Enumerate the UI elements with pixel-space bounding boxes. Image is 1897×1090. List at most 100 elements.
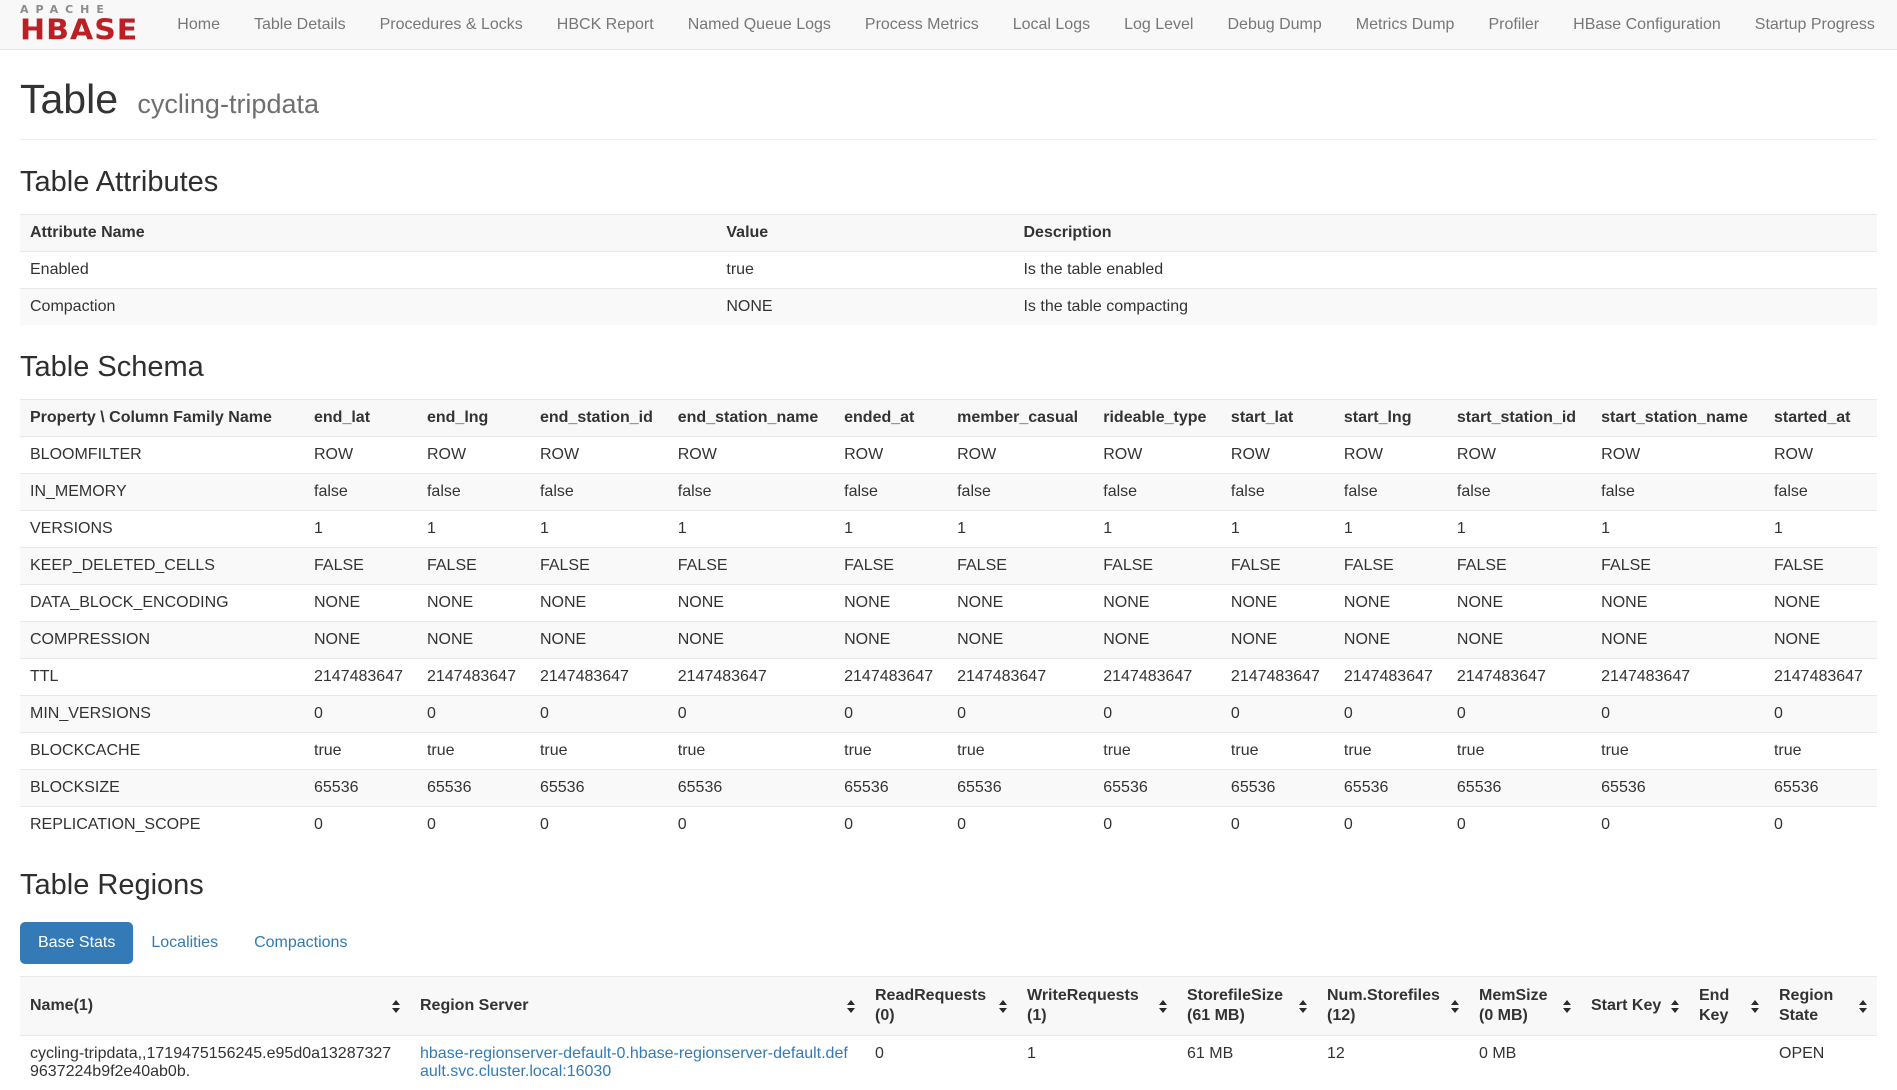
table-cell: ROW <box>668 437 834 474</box>
table-cell: NONE <box>1093 585 1221 622</box>
table-cell: ROW <box>1447 437 1591 474</box>
table-cell: FALSE <box>1334 548 1447 585</box>
table-cell: 0 <box>947 696 1093 733</box>
table-cell: 1 <box>530 511 668 548</box>
table-cell: true <box>304 733 417 770</box>
table-cell: Is the table enabled <box>1013 252 1877 289</box>
schema-header-row: Property \ Column Family Nameend_latend_… <box>20 400 1877 437</box>
table-schema: Property \ Column Family Nameend_latend_… <box>20 399 1877 843</box>
regions-header-row: Name(1) Region Server ReadRequests (0)Writ… <box>20 977 1877 1036</box>
table-cell: 1 <box>417 511 530 548</box>
nav-item-table-details[interactable]: Table Details <box>237 0 363 50</box>
nav-item-metrics-dump[interactable]: Metrics Dump <box>1339 0 1472 50</box>
schema-property-cell: COMPRESSION <box>20 622 304 659</box>
sort-icon <box>1671 1000 1679 1013</box>
table-row: REPLICATION_SCOPE000000000000 <box>20 807 1877 844</box>
table-cell: 0 <box>1221 696 1334 733</box>
table-cell: ROW <box>1591 437 1764 474</box>
sort-icon <box>392 1000 400 1013</box>
nav-item-debug-dump[interactable]: Debug Dump <box>1210 0 1338 50</box>
region-cell-region-state: OPEN <box>1769 1036 1877 1090</box>
table-cell: 0 <box>417 696 530 733</box>
sortable-column-header-region-server[interactable]: Region Server <box>410 977 865 1036</box>
table-cell: 65536 <box>417 770 530 807</box>
sort-icon <box>999 1000 1007 1013</box>
table-cell: false <box>304 474 417 511</box>
sortable-column-header-start-key[interactable]: Start Key <box>1581 977 1689 1036</box>
nav-item-local-logs[interactable]: Local Logs <box>996 0 1107 50</box>
table-cell: ROW <box>304 437 417 474</box>
column-header-value: Value <box>716 215 1013 252</box>
table-cell: 0 <box>1093 696 1221 733</box>
table-cell: NONE <box>1447 622 1591 659</box>
column-header-ended-at: ended_at <box>834 400 947 437</box>
table-cell: 1 <box>1334 511 1447 548</box>
table-cell: 65536 <box>1591 770 1764 807</box>
table-row: DATA_BLOCK_ENCODINGNONENONENONENONENONEN… <box>20 585 1877 622</box>
table-cell: 0 <box>834 696 947 733</box>
nav-item-named-queue-logs[interactable]: Named Queue Logs <box>671 0 848 50</box>
region-cell-name-1: cycling-tripdata,,1719475156245.e95d0a13… <box>20 1036 410 1090</box>
table-cell: 2147483647 <box>1447 659 1591 696</box>
table-cell: ROW <box>834 437 947 474</box>
table-cell: 0 <box>530 807 668 844</box>
region-server-link[interactable]: hbase-regionserver-default-0.hbase-regio… <box>420 1045 848 1080</box>
nav-item-log-level[interactable]: Log Level <box>1107 0 1210 50</box>
sortable-column-header-num-storefiles-12[interactable]: Num.Storefiles (12) <box>1317 977 1469 1036</box>
table-cell: ROW <box>947 437 1093 474</box>
column-header-started-at: started_at <box>1764 400 1877 437</box>
table-cell: NONE <box>1591 585 1764 622</box>
sortable-column-header-name-1[interactable]: Name(1) <box>20 977 410 1036</box>
sort-down-arrow-icon <box>1671 1008 1679 1013</box>
table-cell: 1 <box>1764 511 1877 548</box>
sort-icon <box>1859 1000 1867 1013</box>
tab-localities: Localities <box>133 922 236 964</box>
nav-item-home[interactable]: Home <box>160 0 237 50</box>
column-header-property: Property \ Column Family Name <box>20 400 304 437</box>
sortable-column-header-region-state[interactable]: Region State <box>1769 977 1877 1036</box>
sortable-column-header-end-key[interactable]: End Key <box>1689 977 1769 1036</box>
table-cell: true <box>1221 733 1334 770</box>
table-cell: 65536 <box>668 770 834 807</box>
table-row: VERSIONS111111111111 <box>20 511 1877 548</box>
table-cell: 0 <box>1334 807 1447 844</box>
nav-item-process-metrics[interactable]: Process Metrics <box>848 0 996 50</box>
nav-item-startup-progress[interactable]: Startup Progress <box>1738 0 1892 50</box>
sortable-column-header-storefilesize-61-mb[interactable]: StorefileSize (61 MB) <box>1177 977 1317 1036</box>
schema-property-cell: KEEP_DELETED_CELLS <box>20 548 304 585</box>
sort-icon <box>1751 1000 1759 1013</box>
table-cell: 1 <box>1591 511 1764 548</box>
tab-localities-link[interactable]: Localities <box>133 922 236 964</box>
tab-base-stats-link[interactable]: Base Stats <box>20 922 133 964</box>
table-cell: ROW <box>1764 437 1877 474</box>
attributes-header-row: Attribute NameValueDescription <box>20 215 1877 252</box>
nav-item-hbase-configuration[interactable]: HBase Configuration <box>1556 0 1738 50</box>
sort-down-arrow-icon <box>1451 1008 1459 1013</box>
region-cell-region-server: hbase-regionserver-default-0.hbase-regio… <box>410 1036 865 1090</box>
table-cell: NONE <box>1221 622 1334 659</box>
nav-item-hbck-report[interactable]: HBCK Report <box>540 0 671 50</box>
sortable-column-header-writerequests-1[interactable]: WriteRequests (1) <box>1017 977 1177 1036</box>
nav-item-profiler[interactable]: Profiler <box>1471 0 1556 50</box>
table-cell: 1 <box>1221 511 1334 548</box>
tab-compactions-link[interactable]: Compactions <box>236 922 365 964</box>
schema-property-cell: TTL <box>20 659 304 696</box>
hbase-logo[interactable]: APACHE HBASE <box>20 4 138 46</box>
table-cell: FALSE <box>1591 548 1764 585</box>
column-header-attribute-name: Attribute Name <box>20 215 716 252</box>
schema-property-cell: DATA_BLOCK_ENCODING <box>20 585 304 622</box>
table-cell: 1 <box>668 511 834 548</box>
table-cell: false <box>417 474 530 511</box>
sortable-column-header-readrequests-0[interactable]: ReadRequests (0) <box>865 977 1017 1036</box>
table-cell: true <box>417 733 530 770</box>
nav-item-procedures-locks[interactable]: Procedures & Locks <box>363 0 540 50</box>
sort-up-arrow-icon <box>1859 1000 1867 1005</box>
table-cell: 1 <box>1447 511 1591 548</box>
column-header-content: Region Server <box>420 996 855 1016</box>
sortable-column-header-memsize-0-mb[interactable]: MemSize (0 MB) <box>1469 977 1581 1036</box>
table-cell: 0 <box>1591 807 1764 844</box>
table-cell: FALSE <box>1093 548 1221 585</box>
table-cell: 0 <box>530 696 668 733</box>
table-cell: ROW <box>530 437 668 474</box>
table-cell: true <box>1591 733 1764 770</box>
